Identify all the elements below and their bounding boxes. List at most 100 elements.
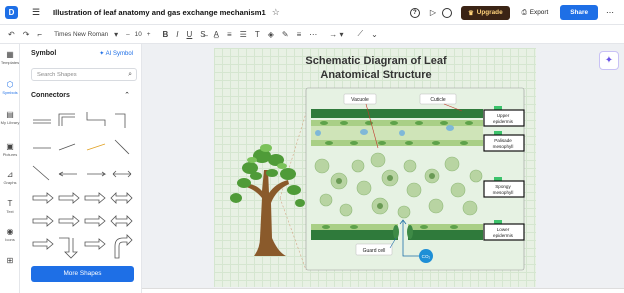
tree-illustration[interactable] [230,112,307,271]
connector-shape[interactable] [115,113,126,128]
connector-shape[interactable] [58,113,75,126]
arrow-style-icon[interactable]: → ▾ [329,30,343,39]
rail-my-library[interactable]: ▤ My Library [0,110,20,125]
waypoint-icon[interactable]: ⟋ [358,29,364,39]
connector-shape[interactable] [114,139,130,155]
diagram-title[interactable]: Schematic Diagram of Leaf [305,55,447,67]
upper-epidermis-layer[interactable] [311,109,483,118]
font-family-select[interactable]: Times New Roman [54,31,112,38]
symbols-icon: ⬡ [6,80,14,89]
spongy-cell [370,152,386,168]
chevron-up-icon[interactable]: ⌃ [124,91,130,99]
app-logo-icon[interactable]: D [5,5,18,19]
italic-icon[interactable]: I [176,30,178,39]
decrease-size-icon[interactable]: – [126,31,130,38]
document-title[interactable]: Illustration of leaf anatomy and gas exc… [53,8,266,17]
fill-color-icon[interactable]: ◈ [268,30,274,39]
font-dropdown-icon[interactable]: ▾ [114,30,118,39]
rail-icons[interactable]: ◉ Icons [0,227,20,242]
font-size-value[interactable]: 10 [135,31,142,38]
rail-templates[interactable]: ▦ Templates [0,50,20,65]
connector-shape[interactable] [110,192,133,204]
palisade-layer[interactable] [311,126,483,140]
connector-shape[interactable] [58,215,80,227]
redo-icon[interactable]: ↷ [23,30,30,39]
upgrade-button[interactable]: ♛ Upgrade [460,5,510,20]
align-icon[interactable]: ≡ [227,30,232,39]
tree-leaf [287,185,301,195]
help-icon[interactable]: ? [409,7,420,18]
rail-symbols[interactable]: ⬡ Symbols [0,80,20,95]
connector-shape[interactable] [86,112,106,126]
palisade-band[interactable] [311,140,483,146]
strikethrough-icon[interactable]: S̶ [200,30,205,39]
vacuole-bubble [315,130,321,136]
tree-leaf [250,172,262,180]
diagram-subtitle[interactable]: Anatomical Structure [320,69,431,81]
line-style-icon[interactable]: ≡ [297,30,302,39]
connector-shape[interactable] [33,119,51,124]
connector-shape[interactable] [32,192,54,204]
more-options-icon[interactable]: ⋯ [606,8,614,17]
undo-icon[interactable]: ↶ [8,30,15,39]
connector-shape[interactable] [114,234,133,259]
line-weight-icon[interactable]: ⋯ [309,30,317,39]
font-size-stepper[interactable]: – 10 + [126,31,150,38]
connector-shape[interactable] [84,238,106,250]
star-icon[interactable]: ☆ [272,7,280,18]
share-button[interactable]: Share [560,5,598,20]
connector-shape[interactable] [32,238,54,250]
ai-assistant-icon[interactable]: ✦ [599,51,619,70]
guide-line [279,197,307,271]
connector-shape[interactable] [58,171,77,177]
more-shapes-button[interactable]: More Shapes [31,266,134,282]
rail-text[interactable]: T Text [0,199,20,214]
play-icon[interactable]: ▷ [430,8,436,17]
text-case-icon[interactable]: T [255,30,260,39]
menu-icon[interactable]: ☰ [32,7,40,17]
underline-icon[interactable]: U [187,30,193,39]
connector-shape[interactable] [58,143,76,151]
cell-nucleus [377,203,383,209]
bold-icon[interactable]: B [163,30,169,39]
diagram-page[interactable]: Schematic Diagram of Leaf Anatomical Str… [214,48,536,287]
rail-pictures[interactable]: ▣ Pictures [0,142,20,157]
connector-shape[interactable] [87,171,107,177]
user-icon[interactable] [441,7,452,18]
chloroplast [415,121,423,125]
rail-more[interactable]: ⊞ [0,256,20,266]
line-color-icon[interactable]: ✎ [282,30,289,39]
connector-shape[interactable] [84,192,106,204]
connector-shape[interactable] [86,143,106,151]
guard-cell-right [407,225,413,239]
ai-symbol-button[interactable]: ✦ AI Symbol [99,50,133,57]
increase-size-icon[interactable]: + [147,31,151,38]
chloroplast [432,141,440,145]
tree-leaf [230,193,242,203]
more-tools-icon[interactable]: ⌄ [371,30,378,39]
export-button[interactable]: ⎙ Export [522,9,549,17]
chloroplast [450,225,458,229]
canvas[interactable]: Schematic Diagram of Leaf Anatomical Str… [142,44,624,293]
connector-shape[interactable] [32,165,50,181]
connector-shape[interactable] [59,237,78,259]
connector-shape[interactable] [112,170,132,178]
search-input[interactable]: Search Shapes ⌕ [31,68,137,81]
font-color-icon[interactable]: A̲ [214,30,219,39]
palisade-label-2: mesophyll [493,144,514,149]
vacuole-bubble [399,130,405,136]
connector-shape[interactable] [58,192,80,204]
tree-leaf [266,169,278,177]
line-spacing-icon[interactable]: ☰ [240,30,247,39]
connector-shape[interactable] [110,215,133,227]
section-header[interactable]: Connectors [31,92,70,99]
connector-shape[interactable] [84,215,106,227]
spongy-cell [319,193,333,207]
connector-shape[interactable] [32,215,54,227]
guard-cell-left [393,225,399,239]
format-painter-icon[interactable]: ⌐ [37,30,42,39]
rail-graphs[interactable]: ⊿ Graphs [0,170,20,185]
spongy-cell [356,180,372,196]
spongy-cell [428,198,444,214]
search-icon[interactable]: ⌕ [128,71,132,79]
